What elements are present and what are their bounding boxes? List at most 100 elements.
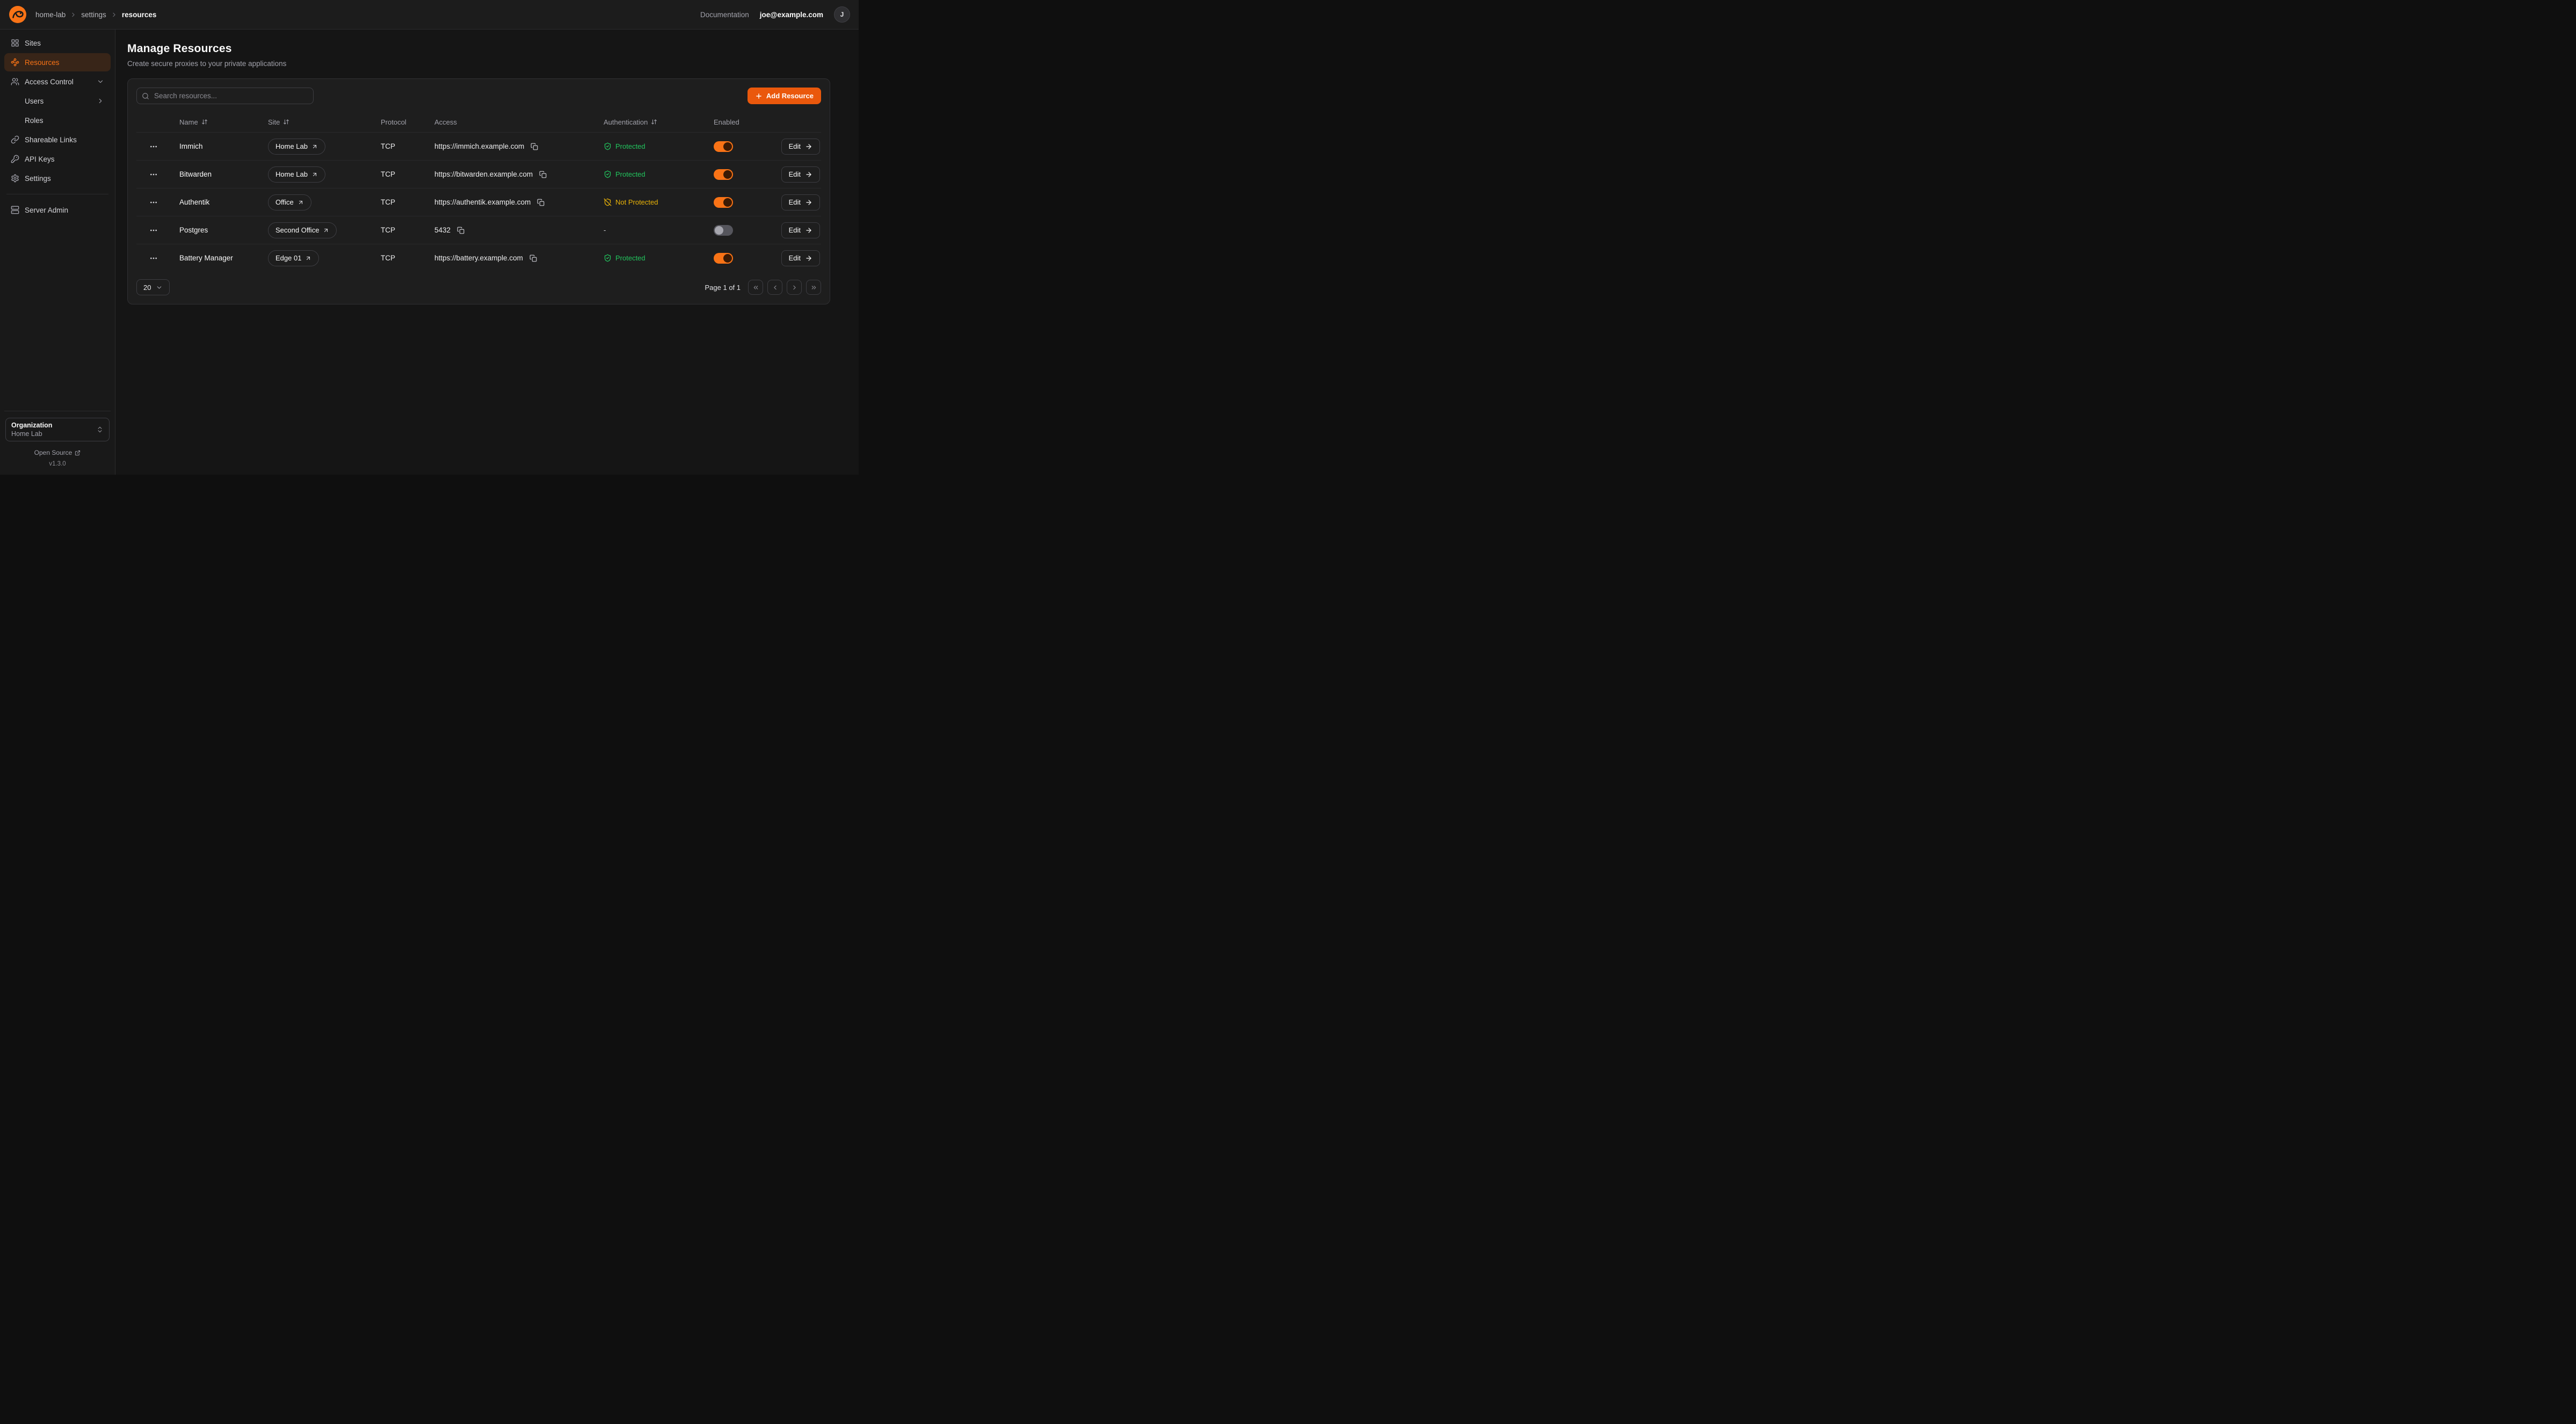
shield-check-icon [604, 254, 612, 262]
ellipsis-icon [149, 170, 158, 179]
protocol-value: TCP [372, 170, 426, 178]
page-indicator: Page 1 of 1 [705, 284, 741, 292]
card-footer: 20 Page 1 of 1 [136, 279, 821, 295]
user-email[interactable]: joe@example.com [760, 11, 823, 19]
row-actions-button[interactable] [147, 140, 160, 153]
open-source-link[interactable]: Open Source [5, 449, 110, 456]
sidebar-item-shareable-links[interactable]: Shareable Links [4, 130, 111, 149]
arrow-up-down-icon [201, 119, 208, 125]
column-header-name[interactable]: Name [171, 118, 259, 126]
site-link-button[interactable]: Second Office [268, 222, 337, 238]
shield-check-icon [604, 142, 612, 150]
site-link-button[interactable]: Edge 01 [268, 250, 319, 266]
sidebar-item-label: Sites [25, 39, 41, 47]
ellipsis-icon [149, 254, 158, 263]
copy-icon [529, 255, 537, 262]
toggle-knob [723, 198, 732, 207]
pager-buttons [748, 280, 821, 295]
users-icon [11, 77, 19, 86]
sidebar-item-access-control[interactable]: Access Control [4, 72, 111, 91]
copy-button[interactable] [455, 225, 466, 236]
table-row: ImmichHome LabTCPhttps://immich.example.… [136, 132, 821, 160]
edit-button[interactable]: Edit [781, 194, 820, 210]
breadcrumb-item-org[interactable]: home-lab [35, 11, 66, 19]
breadcrumb-item-resources[interactable]: resources [122, 11, 157, 19]
site-link-button[interactable]: Office [268, 194, 311, 210]
organization-selector[interactable]: Organization Home Lab [5, 418, 110, 441]
copy-button[interactable] [528, 253, 539, 264]
enabled-toggle[interactable] [714, 169, 733, 180]
enabled-toggle[interactable] [714, 141, 733, 152]
sidebar-item-api-keys[interactable]: API Keys [4, 150, 111, 168]
add-resource-button[interactable]: Add Resource [748, 88, 821, 104]
copy-button[interactable] [538, 169, 548, 180]
protocol-value: TCP [372, 198, 426, 206]
search-wrap [136, 88, 314, 104]
edit-button[interactable]: Edit [781, 222, 820, 238]
toggle-knob [715, 226, 723, 235]
auth-status: Not Protected [595, 198, 705, 206]
page-size-value: 20 [143, 284, 151, 292]
edit-button[interactable]: Edit [781, 139, 820, 155]
sidebar-item-label: Settings [25, 175, 51, 183]
resource-name: Postgres [171, 226, 259, 234]
row-actions-button[interactable] [147, 252, 160, 265]
sidebar-item-users[interactable]: Users [4, 92, 111, 110]
arrow-up-right-icon [311, 171, 318, 178]
arrow-right-icon [805, 171, 812, 178]
auth-status-label: Protected [615, 142, 645, 150]
enabled-toggle[interactable] [714, 225, 733, 236]
copy-button[interactable] [535, 197, 546, 208]
site-name: Office [275, 198, 294, 206]
open-source-label: Open Source [34, 449, 72, 456]
copy-icon [537, 199, 545, 206]
site-link-button[interactable]: Home Lab [268, 166, 325, 183]
sidebar-item-label: Roles [25, 117, 43, 125]
access-value: https://immich.example.com [434, 142, 524, 150]
site-name: Home Lab [275, 142, 308, 150]
first-page-button[interactable] [748, 280, 763, 295]
shield-off-icon [604, 198, 612, 206]
access-value: https://authentik.example.com [434, 198, 531, 206]
next-page-button[interactable] [787, 280, 802, 295]
enabled-toggle[interactable] [714, 253, 733, 264]
prev-page-button[interactable] [767, 280, 782, 295]
edit-button[interactable]: Edit [781, 166, 820, 183]
edit-button[interactable]: Edit [781, 250, 820, 266]
arrow-up-right-icon [297, 199, 304, 206]
documentation-link[interactable]: Documentation [700, 11, 749, 19]
grid-icon [11, 39, 19, 47]
breadcrumb-item-settings[interactable]: settings [81, 11, 106, 19]
edit-label: Edit [789, 170, 801, 178]
copy-button[interactable] [529, 141, 540, 152]
row-actions-button[interactable] [147, 168, 160, 181]
row-actions-button[interactable] [147, 224, 160, 237]
sidebar-item-settings[interactable]: Settings [4, 169, 111, 187]
chevron-right-icon [97, 97, 104, 105]
column-header-authentication[interactable]: Authentication [595, 118, 705, 126]
waypoints-icon [11, 58, 19, 67]
chevrons-right-icon [810, 284, 817, 291]
ellipsis-icon [149, 142, 158, 151]
site-link-button[interactable]: Home Lab [268, 139, 325, 155]
gear-icon [11, 174, 19, 183]
sidebar-item-resources[interactable]: Resources [4, 53, 111, 71]
toggle-knob [723, 142, 732, 151]
enabled-toggle[interactable] [714, 197, 733, 208]
sidebar-item-label: Server Admin [25, 206, 68, 214]
topbar-right: Documentation joe@example.com J [700, 6, 850, 23]
sidebar-item-label: Users [25, 97, 43, 105]
copy-icon [457, 227, 465, 234]
avatar[interactable]: J [834, 6, 850, 23]
sidebar-item-roles[interactable]: Roles [4, 111, 111, 129]
sidebar-item-sites[interactable]: Sites [4, 34, 111, 52]
column-header-site[interactable]: Site [259, 118, 372, 126]
last-page-button[interactable] [806, 280, 821, 295]
arrow-up-down-icon [283, 119, 289, 125]
page-size-select[interactable]: 20 [136, 279, 170, 295]
sidebar-item-server-admin[interactable]: Server Admin [4, 201, 111, 219]
row-actions-button[interactable] [147, 196, 160, 209]
protocol-value: TCP [372, 142, 426, 150]
search-input[interactable] [136, 88, 314, 104]
external-link-icon [75, 450, 81, 456]
